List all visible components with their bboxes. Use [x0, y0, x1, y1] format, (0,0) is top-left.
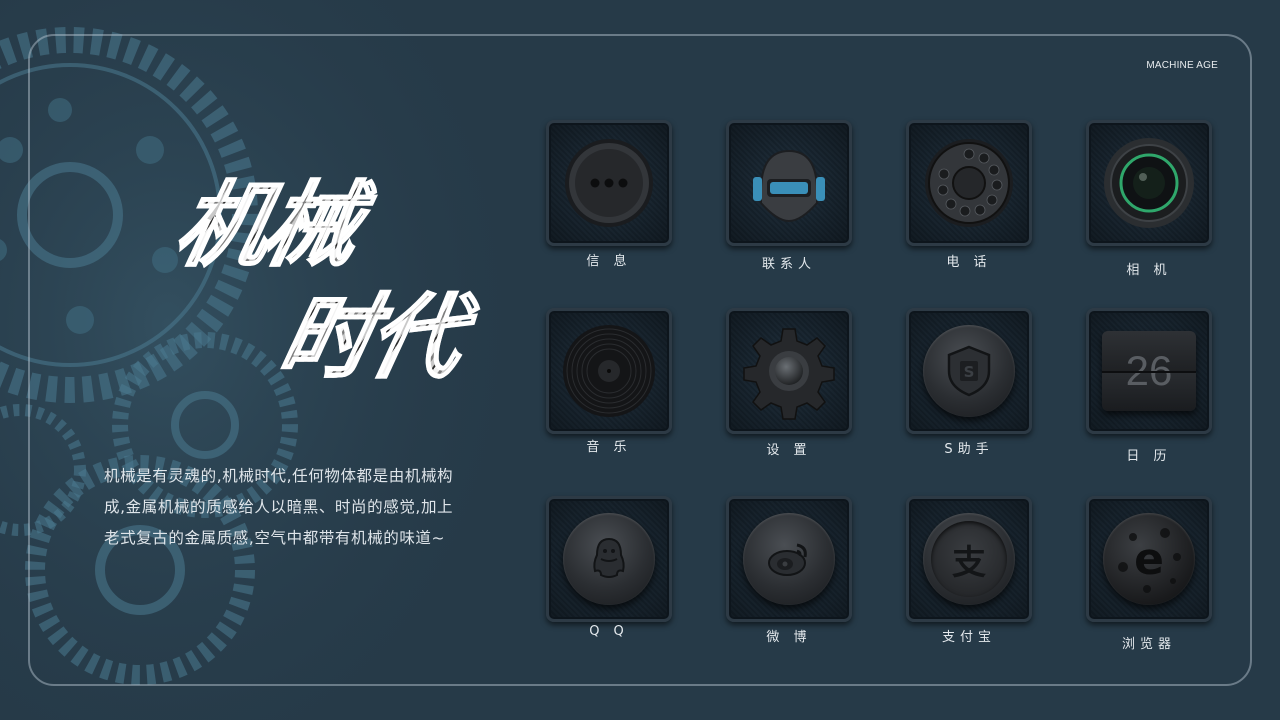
- gear-icon: [743, 328, 835, 420]
- app-music[interactable]: 音 乐: [546, 308, 672, 458]
- app-tile: 26: [1086, 308, 1212, 434]
- description-line: 成,金属机械的质感给人以暗黑、时尚的感觉,加上: [104, 498, 454, 516]
- app-tile: S: [906, 308, 1032, 434]
- app-alipay[interactable]: 支 支付宝: [906, 496, 1032, 646]
- app-contacts[interactable]: 联系人: [726, 120, 852, 272]
- app-label: 信 息: [586, 254, 632, 269]
- svg-text:S: S: [964, 363, 975, 381]
- app-icon-grid: 信 息 联系人 电 话 相 机 音 乐 设 置 S S助手 26 日 历 Q Q…: [546, 120, 1216, 652]
- app-messages[interactable]: 信 息: [546, 120, 672, 270]
- app-weibo[interactable]: 微 博: [726, 496, 852, 646]
- app-tile: [726, 120, 852, 246]
- hero-title: 机械 时代: [166, 171, 530, 410]
- app-label: 相 机: [1126, 263, 1172, 278]
- app-label: 日 历: [1126, 449, 1172, 464]
- app-label: S助手: [944, 442, 994, 457]
- app-tile: [546, 496, 672, 622]
- app-phone[interactable]: 电 话: [906, 120, 1032, 270]
- app-browser[interactable]: e 浏览器: [1086, 496, 1212, 652]
- app-tile: e: [1086, 496, 1212, 622]
- app-label: 微 博: [766, 630, 812, 645]
- hero-description: 机械是有灵魂的,机械时代,任何物体都是由机械构 成,金属机械的质感给人以暗黑、时…: [104, 461, 504, 554]
- app-tile: [546, 120, 672, 246]
- knob: [743, 513, 835, 605]
- app-tile: [726, 308, 852, 434]
- app-label: Q Q: [589, 624, 629, 639]
- app-label: 设 置: [766, 443, 812, 458]
- browser-e-icon: e: [1134, 533, 1164, 585]
- hero-title-line-2: 时代: [270, 283, 471, 392]
- vinyl-record-icon: [563, 325, 655, 417]
- knob: S: [923, 325, 1015, 417]
- app-label: 电 话: [946, 255, 992, 270]
- alipay-icon: 支: [952, 542, 986, 583]
- camera-lens-icon: [1104, 138, 1194, 228]
- knob: [563, 513, 655, 605]
- app-s-assistant[interactable]: S S助手: [906, 308, 1032, 458]
- description-line: 机械是有灵魂的,机械时代,任何物体都是由机械构: [104, 467, 454, 485]
- app-calendar[interactable]: 26 日 历: [1086, 308, 1212, 464]
- knob-face: 支: [931, 521, 1007, 597]
- message-icon: [565, 139, 653, 227]
- app-label: 联系人: [761, 257, 816, 272]
- shield-s-icon: S: [947, 345, 991, 397]
- app-tile: [726, 496, 852, 622]
- app-label: 支付宝: [941, 630, 996, 645]
- app-tile: [1086, 120, 1212, 246]
- qq-penguin-icon: [593, 537, 625, 578]
- app-camera[interactable]: 相 机: [1086, 120, 1212, 278]
- knob: 支: [923, 513, 1015, 605]
- description-line: 老式复古的金属质感,空气中都带有机械的味道~: [104, 529, 446, 547]
- calendar-flip-icon: 26: [1102, 331, 1196, 411]
- app-label: 音 乐: [586, 440, 632, 455]
- weibo-icon: [768, 543, 807, 576]
- hero-title-line-1: 机械: [166, 171, 367, 280]
- contacts-helmet-icon: [753, 149, 825, 223]
- app-tile: [546, 308, 672, 434]
- app-tile: [906, 120, 1032, 246]
- app-settings[interactable]: 设 置: [726, 308, 852, 458]
- app-tile: 支: [906, 496, 1032, 622]
- app-label: 浏览器: [1121, 637, 1176, 652]
- knob: e: [1103, 513, 1195, 605]
- brand-label: MACHINE AGE: [1146, 60, 1218, 71]
- rotary-dial-icon: [925, 139, 1013, 227]
- flip-divider: [1102, 371, 1196, 373]
- app-qq[interactable]: Q Q: [546, 496, 672, 646]
